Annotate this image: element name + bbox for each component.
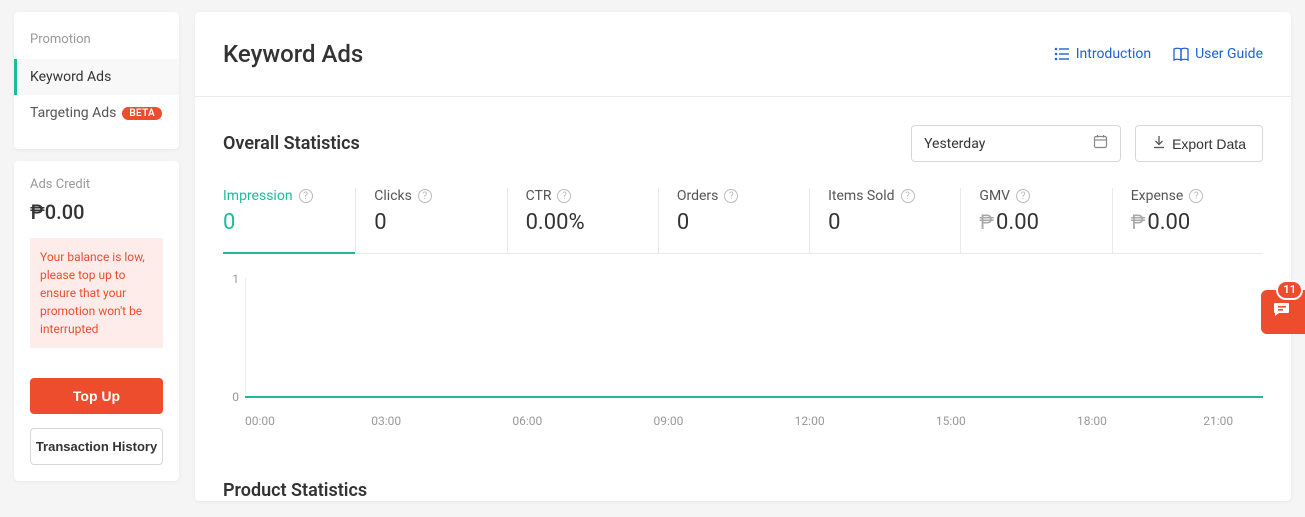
chart-xtick: 03:00 bbox=[371, 414, 401, 428]
chart-xtick: 12:00 bbox=[795, 414, 825, 428]
chart-xaxis: 00:00 03:00 06:00 09:00 12:00 15:00 18:0… bbox=[245, 414, 1263, 428]
metric-value: 0.00% bbox=[526, 210, 640, 235]
calendar-icon bbox=[1093, 134, 1108, 153]
metric-label-text: CTR bbox=[526, 188, 552, 204]
metric-value: 0 bbox=[223, 210, 337, 235]
ads-credit-label: Ads Credit bbox=[30, 177, 163, 192]
date-range-label: Yesterday bbox=[924, 136, 985, 152]
chart-series-line bbox=[245, 396, 1263, 398]
introduction-link-label: Introduction bbox=[1076, 46, 1151, 62]
info-icon[interactable]: ? bbox=[299, 189, 313, 203]
metric-label-text: Expense bbox=[1131, 188, 1184, 204]
overall-statistics-section: Overall Statistics Yesterday bbox=[195, 97, 1291, 460]
metric-ctr[interactable]: CTR ? 0.00% bbox=[507, 188, 658, 253]
sidebar-item-label: Targeting Ads bbox=[30, 105, 116, 121]
chart-xtick: 15:00 bbox=[936, 414, 966, 428]
metric-value: ₱0.00 bbox=[979, 210, 1093, 235]
sidebar-item-label: Keyword Ads bbox=[30, 69, 111, 85]
ads-credit-amount: ₱0.00 bbox=[30, 200, 163, 224]
page-header: Keyword Ads Introduction User Guide bbox=[195, 12, 1291, 97]
transaction-history-button[interactable]: Transaction History bbox=[30, 428, 163, 465]
metric-label-text: GMV bbox=[979, 188, 1010, 204]
metric-expense[interactable]: Expense ? ₱0.00 bbox=[1112, 188, 1263, 253]
chart-xtick: 18:00 bbox=[1077, 414, 1107, 428]
chat-button[interactable]: 11 bbox=[1261, 290, 1305, 334]
introduction-link[interactable]: Introduction bbox=[1054, 46, 1151, 62]
metric-items-sold[interactable]: Items Sold ? 0 bbox=[809, 188, 960, 253]
promotion-heading: Promotion bbox=[14, 32, 179, 59]
download-icon bbox=[1152, 135, 1166, 152]
product-statistics-title: Product Statistics bbox=[195, 460, 1291, 501]
list-icon bbox=[1054, 47, 1070, 61]
user-guide-link[interactable]: User Guide bbox=[1173, 46, 1263, 62]
chart-xtick: 06:00 bbox=[512, 414, 542, 428]
top-up-button[interactable]: Top Up bbox=[30, 378, 163, 414]
metric-value: ₱0.00 bbox=[1131, 210, 1245, 235]
metric-label-text: Orders bbox=[677, 188, 719, 204]
info-icon[interactable]: ? bbox=[1016, 189, 1030, 203]
info-icon[interactable]: ? bbox=[418, 189, 432, 203]
beta-badge: BETA bbox=[122, 107, 162, 120]
user-guide-link-label: User Guide bbox=[1195, 46, 1263, 62]
overall-statistics-title: Overall Statistics bbox=[223, 133, 360, 154]
metric-value: 0 bbox=[374, 210, 488, 235]
chat-badge: 11 bbox=[1276, 280, 1303, 300]
info-icon[interactable]: ? bbox=[557, 189, 571, 203]
currency-symbol: ₱ bbox=[1131, 210, 1146, 234]
chat-icon bbox=[1272, 299, 1294, 325]
export-data-button[interactable]: Export Data bbox=[1135, 125, 1263, 162]
promotion-nav: Promotion Keyword Ads Targeting Ads BETA bbox=[14, 12, 179, 149]
ads-credit-card: Ads Credit ₱0.00 Your balance is low, pl… bbox=[14, 161, 179, 481]
chart-xtick: 00:00 bbox=[245, 414, 275, 428]
main-card: Keyword Ads Introduction User Guide bbox=[195, 12, 1291, 501]
info-icon[interactable]: ? bbox=[901, 189, 915, 203]
metric-value: 0 bbox=[828, 210, 942, 235]
book-icon bbox=[1173, 47, 1189, 61]
metric-value: 0 bbox=[677, 210, 791, 235]
metric-label-text: Clicks bbox=[374, 188, 412, 204]
chart-ytick: 0 bbox=[223, 390, 239, 404]
metrics-row: Impression ? 0 Clicks ? 0 bbox=[223, 188, 1263, 254]
sidebar-item-targeting-ads[interactable]: Targeting Ads BETA bbox=[14, 95, 179, 131]
currency-symbol: ₱ bbox=[979, 210, 994, 234]
chart-ytick: 1 bbox=[223, 272, 239, 286]
metric-label-text: Items Sold bbox=[828, 188, 894, 204]
metric-orders[interactable]: Orders ? 0 bbox=[658, 188, 809, 253]
chart-xtick: 21:00 bbox=[1203, 414, 1233, 428]
metric-label-text: Impression bbox=[223, 188, 293, 204]
info-icon[interactable]: ? bbox=[724, 189, 738, 203]
metric-impression[interactable]: Impression ? 0 bbox=[223, 188, 355, 253]
metric-gmv[interactable]: GMV ? ₱0.00 bbox=[960, 188, 1111, 253]
date-range-picker[interactable]: Yesterday bbox=[911, 125, 1121, 162]
low-balance-alert: Your balance is low, please top up to en… bbox=[30, 238, 163, 348]
chart: 1 0 00:00 03:00 06:00 09:00 12:00 15:00 … bbox=[223, 254, 1263, 432]
info-icon[interactable]: ? bbox=[1189, 189, 1203, 203]
sidebar-item-keyword-ads[interactable]: Keyword Ads bbox=[14, 59, 179, 95]
chart-xtick: 09:00 bbox=[654, 414, 684, 428]
page-title: Keyword Ads bbox=[223, 40, 363, 68]
export-data-label: Export Data bbox=[1172, 136, 1246, 152]
metric-clicks[interactable]: Clicks ? 0 bbox=[355, 188, 506, 253]
